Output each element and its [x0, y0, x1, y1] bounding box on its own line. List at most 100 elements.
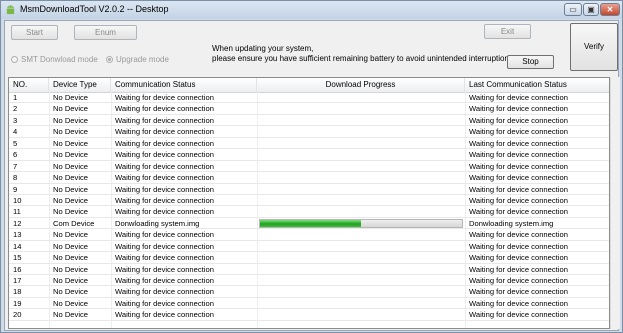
cell-communication-status: Waiting for device connection: [115, 184, 214, 194]
table-row[interactable]: 9 No Device Waiting for device connection W…: [9, 184, 609, 195]
cell-communication-status: Waiting for device connection: [115, 287, 214, 297]
cell-no: 17: [13, 276, 22, 285]
stop-button[interactable]: Stop: [507, 55, 554, 69]
cell-device-type: No Device: [53, 138, 89, 148]
table-row[interactable]: 7 No Device Waiting for device connection W…: [9, 161, 609, 173]
table-scrollbar[interactable]: [610, 77, 620, 329]
download-progress-bar: [259, 218, 463, 228]
cell-device-type: No Device: [53, 287, 89, 297]
cell-device-type: Com Device: [53, 218, 95, 228]
cell-communication-status: Waiting for device connection: [115, 230, 214, 240]
table-row[interactable]: 11 No Device Waiting for device connection…: [9, 206, 609, 218]
cell-communication-status: Waiting for device connection: [115, 253, 214, 263]
table-row[interactable]: 15 No Device Waiting for device connection…: [9, 252, 609, 264]
cell-communication-status: Waiting for device connection: [115, 104, 214, 114]
cell-last-status: Waiting for device connection: [469, 184, 568, 194]
cell-device-type: No Device: [53, 253, 89, 263]
client-area: Start Enum Exit SMT Donwload mode Upgrad…: [4, 20, 620, 331]
table-row[interactable]: 3 No Device Waiting for device connection W…: [9, 115, 609, 127]
column-header-device-type[interactable]: Device Type: [49, 78, 111, 92]
close-button[interactable]: ✕: [600, 3, 620, 16]
upgrade-mode-label: Upgrade mode: [116, 55, 169, 64]
smt-mode-radio[interactable]: [11, 56, 18, 63]
upgrade-mode-option[interactable]: Upgrade mode: [106, 55, 169, 64]
cell-no: 10: [13, 195, 22, 205]
table-row[interactable]: 8 No Device Waiting for device connection W…: [9, 172, 609, 184]
cell-communication-status: Waiting for device connection: [115, 241, 214, 251]
cell-last-status: Waiting for device connection: [469, 173, 568, 183]
column-header-no[interactable]: NO.: [9, 78, 49, 92]
table-row[interactable]: 2 No Device Waiting for device connection W…: [9, 103, 609, 115]
cell-last-status: Waiting for device connection: [469, 253, 568, 263]
table-row[interactable]: 12 Com Device Donwloading system.img Donwlo…: [9, 218, 609, 230]
cell-device-type: No Device: [53, 173, 89, 183]
cell-communication-status: Donwloading system.img: [115, 218, 200, 228]
cell-no: 4: [13, 127, 18, 137]
minimize-button[interactable]: ▭: [564, 3, 582, 16]
maximize-button[interactable]: ▣: [583, 3, 599, 16]
enum-button[interactable]: Enum: [74, 25, 137, 40]
table-row[interactable]: 17 No Device Waiting for device connection…: [9, 275, 609, 287]
table-row[interactable]: 6 No Device Waiting for device connection W…: [9, 149, 609, 161]
cell-last-status: Waiting for device connection: [469, 195, 568, 205]
table-row[interactable]: 16 No Device Waiting for device connection…: [9, 264, 609, 275]
smt-mode-option[interactable]: SMT Donwload mode: [11, 55, 98, 64]
cell-device-type: No Device: [53, 195, 89, 205]
table-row[interactable]: 10 No Device Waiting for device connection…: [9, 195, 609, 207]
table-row[interactable]: 1 No Device Waiting for device connection W…: [9, 92, 609, 104]
table-row[interactable]: 5 No Device Waiting for device connection W…: [9, 138, 609, 150]
table-row[interactable]: 18 No Device Waiting for device connection…: [9, 286, 609, 298]
cell-device-type: No Device: [53, 127, 89, 137]
cell-no: 5: [13, 138, 18, 148]
cell-device-type: No Device: [53, 310, 89, 320]
cell-last-status: Waiting for device connection: [469, 230, 568, 240]
cell-communication-status: Waiting for device connection: [115, 161, 214, 171]
cell-last-status: Waiting for device connection: [469, 264, 568, 274]
table-body: 1 No Device Waiting for device connection W…: [9, 92, 609, 321]
cell-last-status: Waiting for device connection: [469, 138, 568, 148]
notice-line-1: When updating your system,: [212, 44, 314, 53]
cell-last-status: Waiting for device connection: [469, 93, 568, 102]
minimize-icon: ▭: [569, 5, 577, 14]
column-header-last-status[interactable]: Last Communication Status: [465, 78, 609, 92]
cell-no: 9: [13, 184, 18, 194]
cell-no: 12: [13, 218, 22, 228]
cell-device-type: No Device: [53, 264, 89, 274]
cell-communication-status: Waiting for device connection: [115, 138, 214, 148]
cell-no: 13: [13, 230, 22, 240]
cell-communication-status: Waiting for device connection: [115, 298, 214, 308]
app-window: MsmDownloadTool V2.0.2 -- Desktop ▭ ▣ ✕ …: [0, 0, 623, 333]
cell-no: 8: [13, 173, 18, 183]
cell-device-type: No Device: [53, 161, 89, 171]
cell-device-type: No Device: [53, 276, 89, 285]
cell-last-status: Waiting for device connection: [469, 150, 568, 160]
table-row[interactable]: 4 No Device Waiting for device connection W…: [9, 126, 609, 138]
cell-no: 18: [13, 287, 22, 297]
cell-last-status: Waiting for device connection: [469, 104, 568, 114]
maximize-icon: ▣: [587, 5, 595, 14]
cell-device-type: No Device: [53, 104, 89, 114]
column-header-download-progress[interactable]: Download Progress: [257, 78, 465, 92]
cell-last-status: Waiting for device connection: [469, 127, 568, 137]
exit-button[interactable]: Exit: [484, 24, 531, 39]
cell-communication-status: Waiting for device connection: [115, 276, 214, 285]
cell-device-type: No Device: [53, 115, 89, 125]
cell-last-status: Waiting for device connection: [469, 161, 568, 171]
title-bar[interactable]: MsmDownloadTool V2.0.2 -- Desktop ▭ ▣ ✕: [1, 1, 622, 19]
start-button[interactable]: Start: [11, 25, 58, 40]
device-table: NO. Device Type Communication Status Dow…: [8, 77, 610, 329]
cell-last-status: Waiting for device connection: [469, 115, 568, 125]
column-header-communication-status[interactable]: Communication Status: [111, 78, 257, 92]
cell-communication-status: Waiting for device connection: [115, 264, 214, 274]
table-row[interactable]: 20 No Device Waiting for device connection…: [9, 309, 609, 321]
upgrade-mode-radio[interactable]: [106, 56, 113, 63]
verify-button[interactable]: Verify: [570, 23, 618, 71]
cell-device-type: No Device: [53, 93, 89, 102]
table-row[interactable]: 19 No Device Waiting for device connection…: [9, 298, 609, 310]
table-row[interactable]: 13 No Device Waiting for device connection…: [9, 229, 609, 241]
cell-last-status: Waiting for device connection: [469, 298, 568, 308]
table-row[interactable]: 14 No Device Waiting for device connection…: [9, 241, 609, 253]
cell-last-status: Waiting for device connection: [469, 207, 568, 217]
close-icon: ✕: [606, 5, 614, 14]
cell-last-status: Donwloading system.img: [469, 218, 554, 228]
